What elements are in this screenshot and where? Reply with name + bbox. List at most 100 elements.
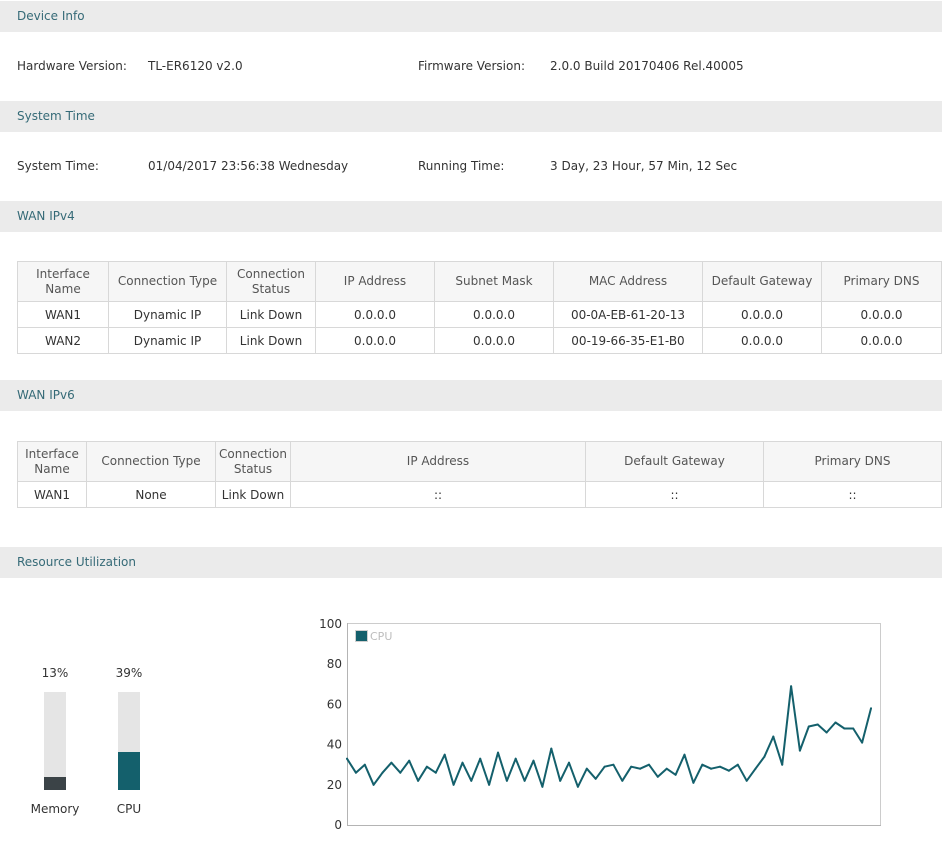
firmware-version-value: 2.0.0 Build 20170406 Rel.40005 xyxy=(550,59,744,73)
wan-ipv6-col-interface-name: Interface Name xyxy=(17,441,87,482)
y-tick-label: 20 xyxy=(327,778,342,792)
wan-ipv4-cell-connection-status: Link Down xyxy=(226,327,316,354)
cpu-usage-line-chart: 0 20 40 60 80 100 CPU xyxy=(319,617,881,832)
wan-ipv4-cell-interface-name: WAN1 xyxy=(17,301,109,328)
cpu-data-point xyxy=(621,779,624,782)
device-info-section-header: Device Info xyxy=(0,1,942,32)
y-tick-label: 100 xyxy=(319,617,342,631)
wan-ipv4-col-connection-status: Connection Status xyxy=(226,261,316,302)
y-tick-label: 60 xyxy=(327,697,342,711)
wan-ipv4-col-interface-name: Interface Name xyxy=(17,261,109,302)
system-time-value: 01/04/2017 23:56:38 Wednesday xyxy=(148,159,349,173)
system-time-title: System Time xyxy=(17,109,95,123)
cpu-data-point xyxy=(603,765,606,768)
wan-ipv4-col-subnet-mask: Subnet Mask xyxy=(434,261,554,302)
cpu-data-point xyxy=(399,771,402,774)
wan-ipv4-header-row: Interface Name Connection Type Connectio… xyxy=(17,261,942,302)
cpu-data-point xyxy=(488,783,491,786)
cpu-data-point xyxy=(816,723,819,726)
cpu-data-point xyxy=(372,783,375,786)
wan-ipv4-title: WAN IPv4 xyxy=(17,209,75,223)
cpu-data-point xyxy=(745,779,748,782)
wan-ipv4-cell-subnet-mask: 0.0.0.0 xyxy=(434,301,554,328)
cpu-data-point xyxy=(790,685,793,688)
wan-ipv6-col-primary-dns: Primary DNS xyxy=(763,441,942,482)
cpu-data-point xyxy=(665,767,668,770)
wan-ipv4-col-default-gateway: Default Gateway xyxy=(702,261,822,302)
cpu-data-point xyxy=(656,775,659,778)
legend-cpu-swatch xyxy=(355,630,368,642)
cpu-data-point xyxy=(798,749,801,752)
cpu-data-point xyxy=(594,777,597,780)
wan-ipv4-cell-ip-address: 0.0.0.0 xyxy=(315,327,435,354)
cpu-data-point xyxy=(346,757,348,760)
cpu-data-point xyxy=(754,767,757,770)
wan-ipv4-col-connection-type: Connection Type xyxy=(108,261,227,302)
wan-ipv6-col-default-gateway: Default Gateway xyxy=(585,441,764,482)
wan-ipv4-table: Interface Name Connection Type Connectio… xyxy=(17,261,942,354)
cpu-data-point xyxy=(852,727,855,730)
wan-ipv6-col-connection-status: Connection Status xyxy=(215,441,291,482)
cpu-data-point xyxy=(550,747,553,750)
cpu-data-point xyxy=(354,771,357,774)
wan-ipv4-cell-interface-name: WAN2 xyxy=(17,327,109,354)
cpu-data-point xyxy=(443,753,446,756)
wan-ipv4-table-row: WAN2 Dynamic IP Link Down 0.0.0.0 0.0.0.… xyxy=(17,327,942,354)
system-status-page: Device Info Hardware Version: TL-ER6120 … xyxy=(0,0,945,847)
wan-ipv6-table-row: WAN1 None Link Down :: :: :: xyxy=(17,481,942,508)
cpu-data-point xyxy=(576,785,579,788)
wan-ipv4-table-row: WAN1 Dynamic IP Link Down 0.0.0.0 0.0.0.… xyxy=(17,301,942,328)
wan-ipv4-cell-mac-address: 00-19-66-35-E1-B0 xyxy=(553,327,703,354)
cpu-data-point xyxy=(532,759,535,762)
cpu-data-point xyxy=(585,767,588,770)
wan-ipv4-cell-default-gateway: 0.0.0.0 xyxy=(702,301,822,328)
cpu-data-point xyxy=(861,741,864,744)
cpu-usage-bar xyxy=(118,692,140,790)
wan-ipv6-col-ip-address: IP Address xyxy=(290,441,586,482)
cpu-data-point xyxy=(674,773,677,776)
cpu-data-point xyxy=(470,779,473,782)
cpu-data-point xyxy=(497,751,499,754)
cpu-data-point xyxy=(568,761,570,764)
wan-ipv4-section-header: WAN IPv4 xyxy=(0,201,942,232)
wan-ipv4-cell-subnet-mask: 0.0.0.0 xyxy=(434,327,554,354)
cpu-data-point xyxy=(390,761,393,764)
wan-ipv6-section-header: WAN IPv6 xyxy=(0,380,942,411)
y-tick-label: 0 xyxy=(334,818,342,832)
wan-ipv6-cell-default-gateway: :: xyxy=(585,481,764,508)
memory-usage-bar xyxy=(44,692,66,790)
cpu-data-point xyxy=(417,779,420,782)
cpu-data-point xyxy=(736,763,739,766)
memory-usage-label: Memory xyxy=(30,802,80,816)
cpu-data-point xyxy=(381,771,384,774)
wan-ipv6-table: Interface Name Connection Type Connectio… xyxy=(17,441,942,508)
cpu-data-point xyxy=(772,735,775,738)
cpu-data-point xyxy=(425,765,428,768)
cpu-data-point xyxy=(825,731,828,734)
firmware-version-label: Firmware Version: xyxy=(418,59,525,73)
wan-ipv6-cell-connection-status: Link Down xyxy=(215,481,291,508)
cpu-data-point xyxy=(523,779,526,782)
running-time-label: Running Time: xyxy=(418,159,505,173)
cpu-data-point xyxy=(408,759,411,762)
wan-ipv6-cell-connection-type: None xyxy=(86,481,216,508)
cpu-data-point xyxy=(763,755,766,758)
hardware-version-value: TL-ER6120 v2.0 xyxy=(148,59,243,73)
cpu-data-point xyxy=(781,763,784,766)
cpu-data-point xyxy=(434,771,437,774)
cpu-data-point xyxy=(452,783,455,786)
running-time-value: 3 Day, 23 Hour, 57 Min, 12 Sec xyxy=(550,159,738,173)
memory-usage-percent: 13% xyxy=(41,666,69,680)
wan-ipv6-header-row: Interface Name Connection Type Connectio… xyxy=(17,441,942,482)
legend-cpu-label: CPU xyxy=(370,630,392,643)
cpu-data-point xyxy=(701,763,704,766)
cpu-data-point xyxy=(692,781,695,784)
wan-ipv6-cell-ip-address: :: xyxy=(290,481,586,508)
cpu-data-point xyxy=(834,721,837,724)
cpu-data-point xyxy=(648,763,650,766)
cpu-data-point xyxy=(719,765,721,768)
wan-ipv6-col-connection-type: Connection Type xyxy=(86,441,216,482)
device-info-title: Device Info xyxy=(17,9,85,23)
cpu-data-point xyxy=(630,765,633,768)
wan-ipv4-cell-ip-address: 0.0.0.0 xyxy=(315,301,435,328)
